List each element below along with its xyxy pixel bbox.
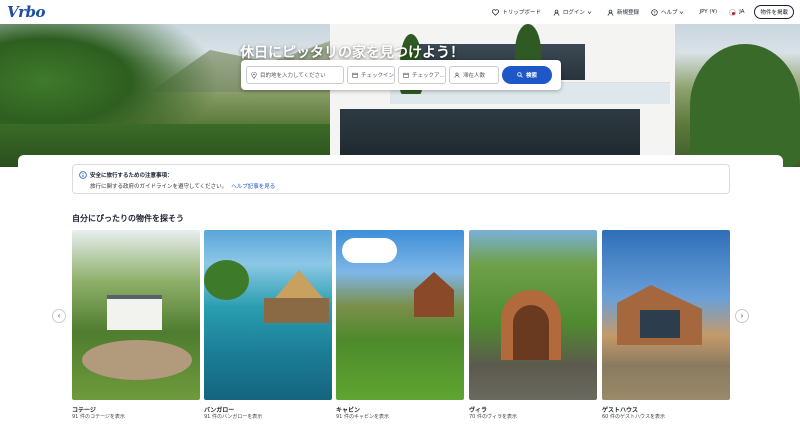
language-selector[interactable]: JA — [729, 8, 745, 16]
property-card-image-cabin[interactable] — [336, 230, 464, 400]
card-sub-guesthouse: 60 件のゲストハウスを表示 — [602, 414, 665, 420]
carousel-prev-button[interactable]: ‹ — [52, 309, 66, 323]
hero-title: 休日にピッタリの家を見つけよう！ — [240, 45, 464, 61]
bungalow-deck — [264, 298, 329, 323]
property-card-image-bungalow[interactable] — [204, 230, 332, 400]
cloud — [342, 238, 397, 263]
calendar-icon — [403, 72, 409, 78]
guesthouse-window — [640, 310, 680, 338]
checkout-label: チェックア... — [412, 73, 445, 79]
notice-title: 安全に旅行するための注意事項： — [90, 173, 173, 179]
trip-board-link[interactable]: トリップボード — [492, 8, 541, 16]
trip-board-label: トリップボード — [502, 10, 541, 16]
language-label: JA — [739, 9, 745, 15]
property-card-image-guesthouse[interactable] — [602, 230, 730, 400]
help-article-link[interactable]: ヘルプ記事を見る — [231, 184, 275, 190]
safety-notice: 安全に旅行するための注意事項： 旅行に関する政府のガイドラインを遵守してください… — [72, 164, 730, 194]
property-card-image-cottage[interactable] — [72, 230, 200, 400]
search-button-label: 検索 — [525, 73, 537, 79]
user-add-icon — [607, 9, 614, 16]
section-title: 自分にぴったりの物件を探そう — [72, 214, 184, 223]
top-navigation: Vrbo トリップボード ログイン 新規登録 ? ヘルプ JPY (¥) JA … — [0, 0, 800, 24]
card-sub-cabin: 91 件のキャビンを表示 — [336, 414, 389, 420]
card-sub-cottage: 91 件のコテージを表示 — [72, 414, 125, 420]
carousel-next-button[interactable]: › — [735, 309, 749, 323]
pin-icon — [251, 71, 257, 79]
user-icon — [553, 9, 560, 16]
card-sub-bungalow: 91 件のバンガローを表示 — [204, 414, 263, 420]
help-menu[interactable]: ? ヘルプ — [651, 8, 688, 16]
help-icon: ? — [651, 8, 658, 16]
login-label: ログイン — [562, 10, 585, 16]
destination-placeholder: 目的地を入力してください — [260, 73, 326, 79]
palm-trees — [204, 260, 249, 300]
svg-text:?: ? — [653, 10, 655, 15]
search-bar: 目的地を入力してください チェックイン チェックア... 滞在人数 検索 — [241, 60, 561, 90]
hero-tree — [690, 44, 800, 167]
nav-menu: トリップボード ログイン 新規登録 ? ヘルプ JPY (¥) JA 物件を掲載 — [480, 4, 794, 20]
currency-label: JPY (¥) — [699, 9, 718, 15]
villa-door — [513, 305, 549, 360]
signup-link[interactable]: 新規登録 — [607, 8, 639, 16]
notice-text: 旅行に関する政府のガイドラインを遵守してください。 — [90, 184, 228, 190]
checkin-field[interactable]: チェックイン — [347, 66, 395, 84]
chevron-down-icon — [587, 10, 592, 14]
help-label: ヘルプ — [660, 10, 678, 16]
info-icon — [79, 171, 87, 179]
search-button[interactable]: 検索 — [502, 66, 552, 84]
currency-selector[interactable]: JPY (¥) — [699, 9, 717, 15]
heart-icon — [492, 8, 500, 16]
chevron-down-icon — [680, 10, 684, 14]
checkout-field[interactable]: チェックア... — [398, 66, 446, 84]
cabin-building — [414, 272, 454, 317]
flag-jp-icon — [729, 8, 737, 16]
firepit-patio — [82, 340, 192, 380]
property-card-image-villa[interactable] — [469, 230, 597, 400]
list-property-button[interactable]: 物件を掲載 — [754, 5, 794, 19]
login-menu[interactable]: ログイン — [553, 8, 595, 16]
calendar-icon — [352, 72, 358, 78]
guests-label: 滞在人数 — [463, 73, 486, 79]
chevron-right-icon: › — [740, 312, 744, 320]
bungalow-hut — [275, 270, 323, 298]
checkin-label: チェックイン — [361, 73, 395, 79]
chevron-left-icon: ‹ — [57, 312, 61, 320]
cottage-building — [107, 295, 162, 330]
card-sub-villa: 70 件のヴィラを表示 — [469, 414, 517, 420]
notice-body: 旅行に関する政府のガイドラインを遵守してください。 ヘルプ記事を見る — [90, 182, 275, 190]
search-icon — [517, 72, 523, 78]
person-icon — [454, 72, 460, 78]
guests-field[interactable]: 滞在人数 — [449, 66, 499, 84]
signup-label: 新規登録 — [616, 10, 639, 16]
brand-logo[interactable]: Vrbo — [7, 3, 46, 21]
destination-input[interactable]: 目的地を入力してください — [246, 66, 344, 84]
